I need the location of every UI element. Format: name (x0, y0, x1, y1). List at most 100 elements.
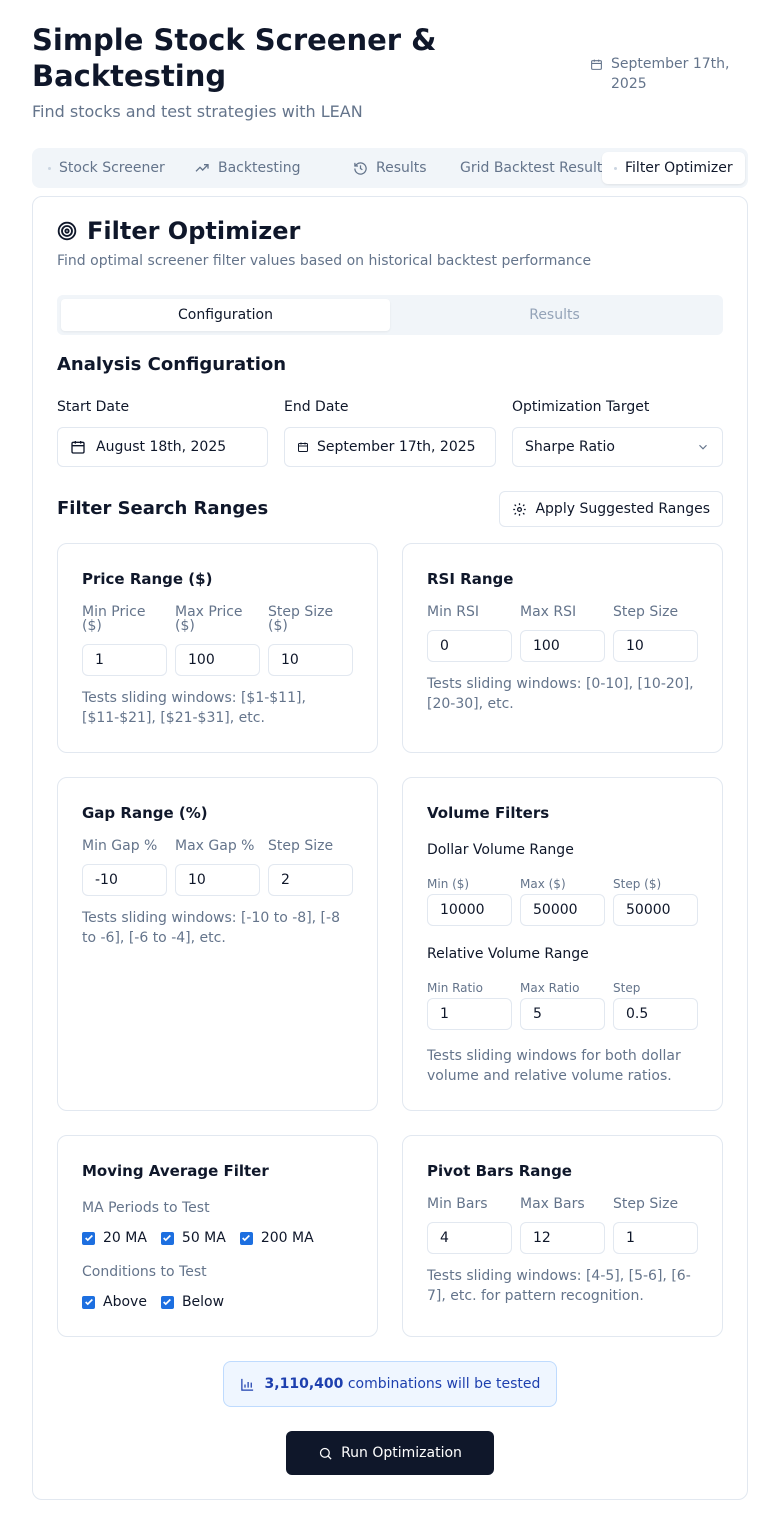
subtab-configuration[interactable]: Configuration (61, 299, 390, 331)
optimizer-subtabs: Configuration Results (57, 295, 723, 335)
rsi-range-box: RSI Range Min RSI Max RSI Step Size 0 10… (402, 543, 723, 753)
end-date-label: End Date (284, 399, 349, 415)
current-date-text: September 17th, 2025 (611, 56, 730, 92)
checkbox-checked-icon (82, 1295, 95, 1309)
min-rsi-input[interactable]: 0 (427, 630, 512, 662)
ma-200-checkbox[interactable]: 200 MA (239, 1230, 314, 1246)
filter-optimizer-card: Filter Optimizer Find optimal screener f… (32, 196, 748, 1500)
dot-icon (614, 166, 617, 170)
rsi-step-input[interactable]: 10 (613, 630, 698, 662)
max-price-input[interactable]: 100 (175, 644, 260, 676)
combinations-count: 3,110,400 (264, 1376, 344, 1392)
tab-label: Backtesting (218, 160, 301, 176)
gap-hint: Tests sliding windows: [-10 to -8], [-8 … (82, 910, 340, 946)
gap-step-input[interactable]: 2 (268, 864, 353, 896)
price-step-input[interactable]: 10 (268, 644, 353, 676)
relative-step-input[interactable]: 0.5 (613, 998, 698, 1030)
end-date-picker[interactable]: September 17th, 2025 (284, 427, 496, 467)
tab-label: Filter Optimizer (625, 160, 733, 176)
tab-backtesting[interactable]: Backtesting (194, 152, 301, 184)
ma-conditions-group: Above Below (82, 1294, 224, 1310)
gap-range-title: Gap Range (%) (82, 804, 208, 822)
ma-20-label: 20 MA (103, 1230, 147, 1246)
card-description: Find optimal screener filter values base… (57, 253, 592, 269)
volume-filters-title: Volume Filters (427, 804, 550, 822)
min-bars-label: Min Bars (427, 1196, 488, 1212)
pivot-bars-box: Pivot Bars Range Min Bars Max Bars Step … (402, 1135, 723, 1337)
dollar-min-input[interactable]: 10000 (427, 894, 512, 926)
card-title: Filter Optimizer (57, 217, 300, 245)
bars-step-input[interactable]: 1 (613, 1222, 698, 1254)
ma-50-checkbox[interactable]: 50 MA (160, 1230, 226, 1246)
max-bars-input[interactable]: 12 (520, 1222, 605, 1254)
target-icon (57, 221, 77, 241)
start-date-value: August 18th, 2025 (96, 439, 227, 455)
ma-below-checkbox[interactable]: Below (160, 1294, 225, 1310)
checkbox-checked-icon (239, 1231, 253, 1245)
max-rsi-input[interactable]: 100 (520, 630, 605, 662)
gap-range-box: Gap Range (%) Min Gap % Max Gap % Step S… (57, 777, 378, 1111)
chevron-down-icon (699, 444, 707, 450)
pivot-bars-title: Pivot Bars Range (427, 1162, 572, 1180)
tab-stock-screener[interactable]: Stock Screener (48, 152, 165, 184)
dollar-max-label: Max ($) (520, 877, 566, 891)
volume-filters-box: Volume Filters Dollar Volume Range Min (… (402, 777, 723, 1111)
tab-label: Results (376, 160, 427, 176)
dollar-step-input[interactable]: 50000 (613, 894, 698, 926)
checkbox-checked-icon (160, 1231, 174, 1245)
tab-results[interactable]: Results (353, 152, 427, 184)
tab-filter-optimizer[interactable]: Filter Optimizer (602, 152, 745, 184)
combinations-info: 3,110,400 combinations will be tested (223, 1361, 557, 1407)
ma-periods-group: 20 MA 50 MA 200 MA (82, 1230, 314, 1246)
rsi-step-label: Step Size (613, 604, 679, 620)
gap-step-label: Step Size (268, 838, 334, 854)
ma-200-label: 200 MA (260, 1230, 314, 1246)
relative-step-label: Step (613, 981, 641, 995)
relative-min-label: Min Ratio (427, 981, 483, 995)
min-price-input[interactable]: 1 (82, 644, 167, 676)
ma-above-label: Above (103, 1294, 147, 1310)
subtab-results[interactable]: Results (390, 299, 719, 331)
dollar-max-input[interactable]: 50000 (520, 894, 605, 926)
min-bars-input[interactable]: 4 (427, 1222, 512, 1254)
tab-grid-backtest-results[interactable]: Grid Backtest Results (460, 152, 610, 184)
rsi-hint: Tests sliding windows: [0-10], [10-20], … (427, 676, 694, 712)
relative-volume-label: Relative Volume Range (427, 946, 589, 962)
optimization-target-select[interactable]: Sharpe Ratio (512, 427, 723, 467)
min-price-label: Min Price ($) (82, 604, 146, 634)
volume-hint: Tests sliding windows for both dollar vo… (427, 1048, 681, 1084)
ma-above-checkbox[interactable]: Above (82, 1294, 147, 1310)
relative-min-input[interactable]: 1 (427, 998, 512, 1030)
max-rsi-label: Max RSI (520, 604, 577, 620)
dollar-volume-label: Dollar Volume Range (427, 842, 574, 858)
ma-20-checkbox[interactable]: 20 MA (82, 1230, 147, 1246)
price-hint: Tests sliding windows: [$1-$11], [$11-$2… (82, 690, 306, 726)
max-gap-input[interactable]: 10 (175, 864, 260, 896)
search-icon (319, 1447, 332, 1460)
tab-label: Grid Backtest Results (460, 160, 610, 176)
start-date-picker[interactable]: August 18th, 2025 (57, 427, 268, 467)
apply-suggested-ranges-button[interactable]: Apply Suggested Ranges (499, 491, 723, 527)
checkbox-checked-icon (160, 1295, 174, 1309)
max-gap-label: Max Gap % (175, 838, 255, 854)
run-button-label: Run Optimization (341, 1445, 462, 1461)
min-gap-label: Min Gap % (82, 838, 158, 854)
relative-max-input[interactable]: 5 (520, 998, 605, 1030)
card-title-text: Filter Optimizer (87, 217, 301, 245)
ma-conditions-label: Conditions to Test (82, 1264, 207, 1280)
ma-below-label: Below (181, 1294, 225, 1310)
optimization-target-label: Optimization Target (512, 399, 650, 415)
end-date-value: September 17th, 2025 (317, 439, 476, 455)
analysis-heading: Analysis Configuration (57, 354, 287, 375)
apply-button-label: Apply Suggested Ranges (535, 501, 710, 517)
min-gap-input[interactable]: -10 (82, 864, 167, 896)
ma-periods-label: MA Periods to Test (82, 1200, 210, 1216)
ma-50-label: 50 MA (181, 1230, 226, 1246)
app-subtitle: Find stocks and test strategies with LEA… (32, 102, 363, 121)
max-price-label: Max Price ($) (175, 604, 243, 634)
current-date: September 17th, 2025 (590, 54, 730, 94)
run-optimization-button[interactable]: Run Optimization (286, 1431, 494, 1475)
main-tabs: Stock Screener Backtesting Results Grid … (32, 148, 748, 188)
start-date-label: Start Date (57, 399, 130, 415)
app-header: Simple Stock Screener & Backtesting Find… (32, 22, 748, 121)
